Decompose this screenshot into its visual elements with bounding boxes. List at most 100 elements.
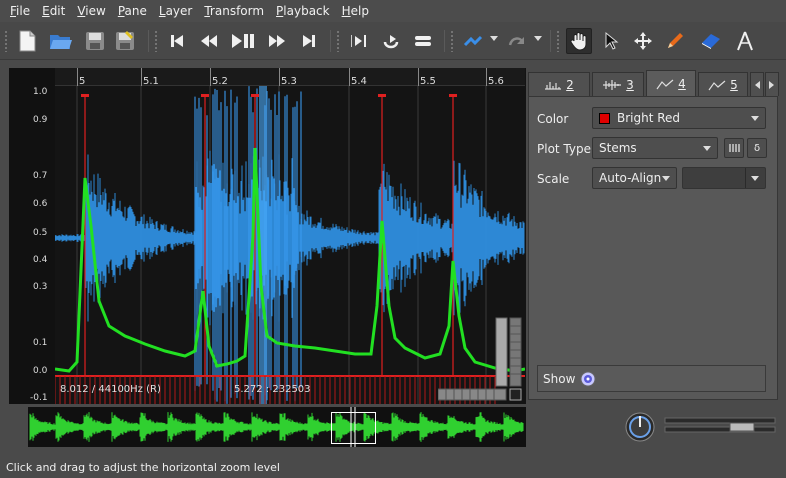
erase-icon [702, 34, 720, 49]
plot-type-select[interactable]: Stems [592, 137, 718, 159]
chevron-down-icon [703, 146, 711, 151]
scale-label: Scale [537, 172, 570, 186]
time-tick [279, 68, 280, 86]
tab-layer-3[interactable]: 3 [592, 72, 644, 96]
menu-playback[interactable]: Playback [270, 0, 336, 22]
menu-layer[interactable]: Layer [153, 0, 198, 22]
toolbar-grip[interactable] [4, 30, 8, 52]
select-tool-button[interactable] [598, 28, 624, 54]
menu-transform[interactable]: Transform [198, 0, 270, 22]
horizontal-zoom-wheel[interactable] [438, 388, 508, 402]
tab-layer-5[interactable]: 5 [698, 72, 748, 96]
scale-select[interactable]: Auto-Align [592, 167, 677, 189]
scale-tick-label: 0.1 [33, 338, 48, 348]
layer-tab-bar: 2 3 4 5 [528, 70, 786, 97]
open-folder-icon [50, 35, 72, 49]
tab-scroll-left[interactable] [750, 72, 764, 96]
scale-tick-label: 1.0 [33, 87, 48, 97]
fast-forward-end-button[interactable] [296, 28, 322, 54]
menu-pane[interactable]: Pane [112, 0, 153, 22]
tab-scroll-right[interactable] [765, 72, 779, 96]
time-ruler[interactable]: 5 5.1 5.2 5.3 5.4 5.5 5.6 [55, 68, 525, 87]
open-button[interactable] [48, 28, 74, 54]
toolbar-grip[interactable] [450, 30, 454, 52]
loop-button[interactable] [378, 28, 404, 54]
waveform-layer-icon [603, 79, 622, 90]
color-label: Color [537, 112, 569, 126]
fast-forward-icon [269, 35, 285, 47]
menu-view[interactable]: View [71, 0, 111, 22]
menu-help[interactable]: Help [336, 0, 375, 22]
rewind-start-button[interactable] [164, 28, 190, 54]
save-as-button[interactable] [112, 28, 138, 54]
reset-zoom-button[interactable] [509, 388, 522, 401]
stem-cap [449, 94, 457, 97]
save-as-icon [116, 31, 134, 50]
redo-dropdown[interactable] [534, 36, 542, 41]
time-value-layer-icon [708, 80, 726, 90]
erase-tool-button[interactable] [698, 28, 724, 54]
menu-file[interactable]: File [4, 0, 36, 22]
navigate-tool-button[interactable] [566, 28, 592, 54]
vertical-zoom-wheel[interactable] [509, 317, 522, 387]
time-tick [77, 68, 78, 86]
toolbar-grip[interactable] [154, 30, 158, 52]
new-file-button[interactable] [14, 28, 40, 54]
vertical-zoom-slider[interactable] [495, 317, 508, 387]
play-pause-button[interactable] [230, 28, 256, 54]
chevron-down-icon [662, 176, 670, 181]
chevron-left-icon [755, 80, 760, 89]
select-arrow-icon [605, 31, 619, 50]
overview-viewport-frame[interactable] [331, 412, 376, 444]
tab-label: 4 [678, 77, 686, 91]
color-select[interactable]: Bright Red [592, 107, 766, 129]
menu-bar: File Edit View Pane Layer Transform Playback He… [0, 0, 786, 22]
stem-cap [251, 94, 259, 97]
overview-waveform[interactable] [28, 407, 526, 447]
redo-button[interactable] [504, 28, 530, 54]
fast-forward-button[interactable] [264, 28, 290, 54]
time-tick [418, 68, 419, 86]
loop-icon [383, 35, 399, 49]
play-selection-icon [351, 35, 366, 47]
rewind-button[interactable] [196, 28, 222, 54]
color-select-value: Bright Red [617, 111, 681, 125]
play-selection-button[interactable] [346, 28, 372, 54]
scale-tick-label: 0.4 [33, 255, 48, 265]
delta-symbol: δ [753, 142, 761, 154]
show-label: Show [543, 372, 576, 386]
waveform-view[interactable] [55, 86, 525, 404]
measure-tool-button[interactable] [732, 28, 758, 54]
toolbar-grip[interactable] [556, 30, 560, 52]
tab-label: 2 [566, 77, 574, 92]
scale-tick-label: 0.3 [33, 282, 48, 292]
align-dropdown[interactable] [490, 36, 498, 41]
plot-type-select-value: Stems [599, 141, 637, 155]
draw-tool-button[interactable] [662, 28, 688, 54]
rewind-start-icon [171, 35, 183, 47]
move-icon [634, 32, 652, 50]
show-toggle[interactable] [580, 371, 596, 387]
save-button[interactable] [82, 28, 108, 54]
playback-speed-dial[interactable] [624, 411, 656, 443]
move-tool-button[interactable] [630, 28, 656, 54]
scale-tick-label: 0.9 [33, 115, 48, 125]
toolbar-grip[interactable] [336, 30, 340, 52]
colour-scale-button[interactable] [724, 138, 744, 158]
bars-icon [729, 144, 740, 152]
playback-gain-slider[interactable] [664, 416, 776, 436]
tab-label: 3 [626, 77, 634, 92]
slider-handle[interactable] [729, 422, 755, 432]
solo-button[interactable] [410, 28, 436, 54]
time-instants-icon [545, 81, 562, 90]
menu-edit[interactable]: Edit [36, 0, 71, 22]
fast-forward-end-icon [303, 35, 315, 47]
derivative-button[interactable]: δ [747, 138, 767, 158]
tab-label: 5 [730, 77, 738, 92]
scale-unit-select[interactable] [682, 167, 766, 189]
align-button[interactable] [460, 28, 486, 54]
tab-layer-2[interactable]: 2 [528, 72, 590, 96]
status-bar: Click and drag to adjust the horizontal … [0, 456, 786, 478]
tab-layer-4[interactable]: 4 [646, 70, 696, 97]
time-tick [486, 68, 487, 86]
